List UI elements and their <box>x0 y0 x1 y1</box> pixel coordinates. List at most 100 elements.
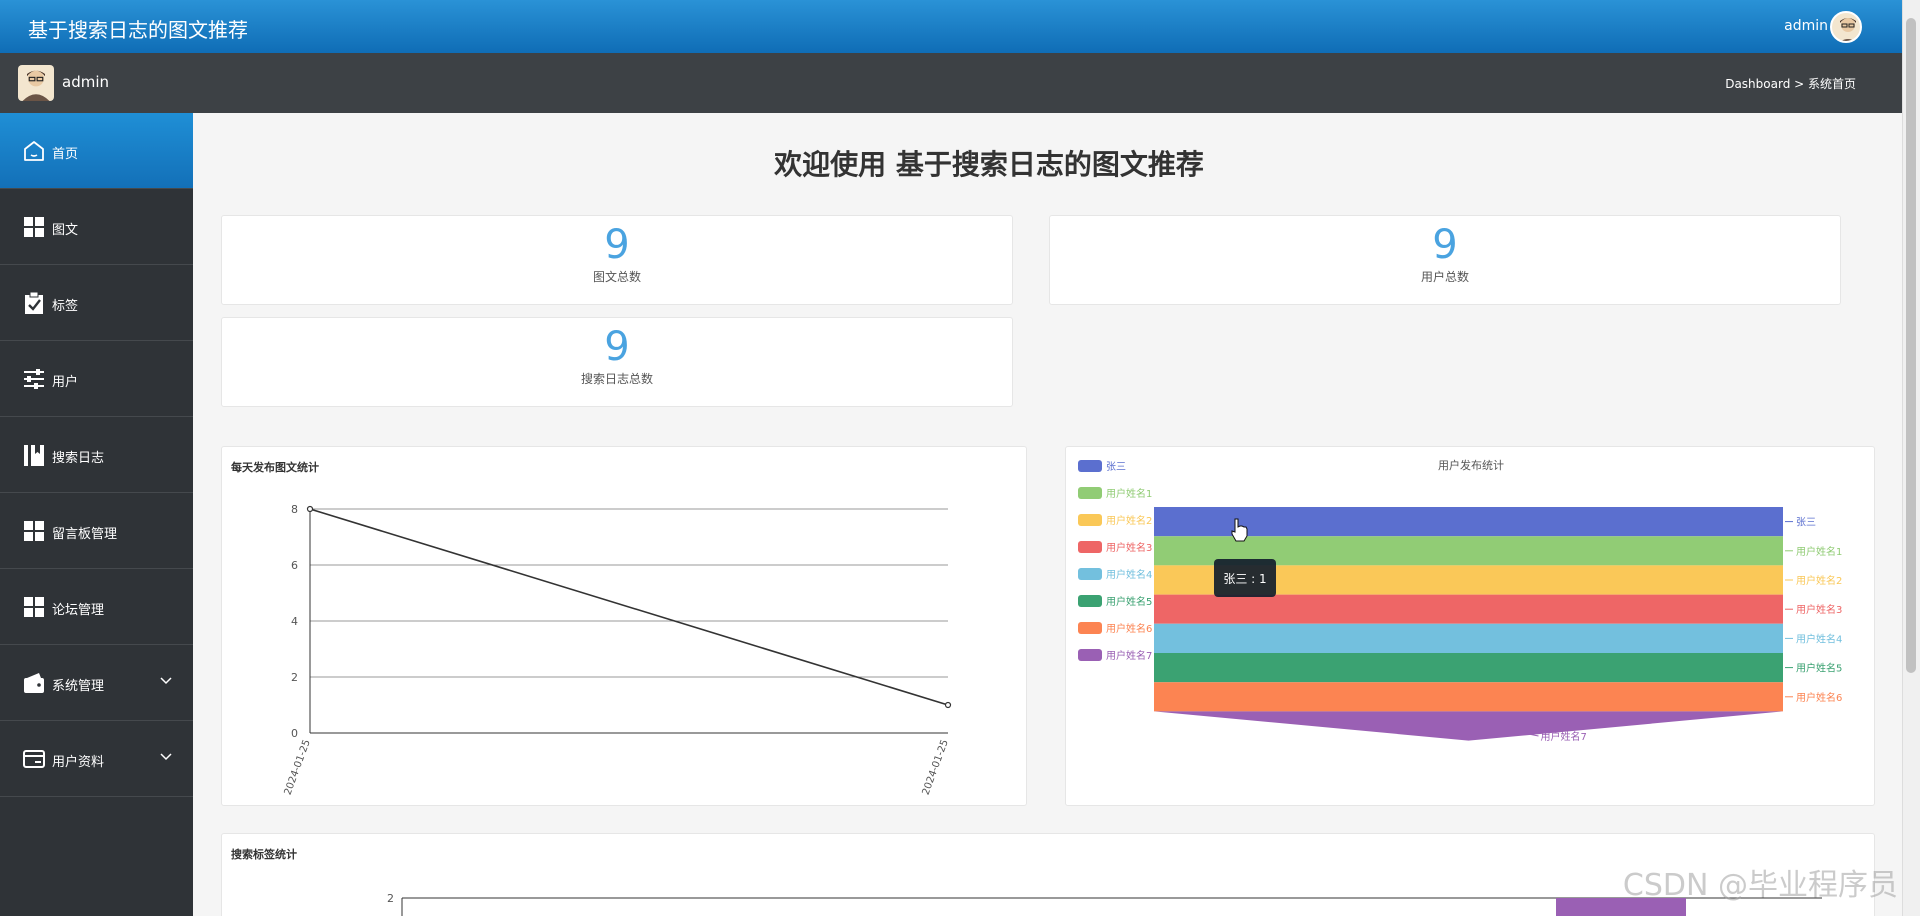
top-avatar[interactable] <box>1830 11 1862 43</box>
clipboard-check-icon <box>25 291 43 314</box>
sidebar-item-home[interactable]: 首页 <box>0 113 193 189</box>
sidebar-avatar[interactable] <box>18 65 54 101</box>
user-publish-chart-card: 用户发布统计 张三 用户姓名1 用户姓名2 用户姓名3 用户姓名4 用户姓名5 用户姓名6 用户… <box>1065 446 1875 806</box>
legend-swatch <box>1078 460 1102 472</box>
sidebar-item-profile[interactable]: 用户资料 <box>0 721 193 797</box>
sidebar-item-tags[interactable]: 标签 <box>0 265 193 341</box>
legend-swatch <box>1078 595 1102 607</box>
stat-label: 搜索日志总数 <box>580 372 653 386</box>
chevron-down-icon <box>160 677 172 685</box>
stat-value: 9 <box>604 324 630 370</box>
daily-articles-chart-card: 每天发布图文统计 0 2 4 6 8 2024-01-25 2024-01-25 <box>221 446 1027 806</box>
chevron-down-icon <box>160 753 172 761</box>
funnel-chart: 用户发布统计张三用户姓名1用户姓名2用户姓名3用户姓名4用户姓名5用户姓名6用户… <box>1078 458 1842 743</box>
y-tick-label: 4 <box>291 615 298 628</box>
sidebar-item-label: 图文 <box>52 223 79 238</box>
legend-swatch <box>1078 514 1102 526</box>
y-tick-label: 8 <box>291 503 298 516</box>
book-icon <box>24 445 44 466</box>
funnel-label: 用户姓名6 <box>1796 691 1842 704</box>
grid-icon <box>24 597 44 617</box>
stat-card-users: 9 用户总数 <box>1049 215 1841 305</box>
chart-title: 用户发布统计 <box>1438 458 1504 472</box>
user-bar: admin Dashboard > 系统首页 <box>0 53 1902 113</box>
legend-label: 用户姓名5 <box>1106 595 1152 608</box>
y-tick-label: 2 <box>387 892 394 905</box>
stat-card-articles: 9 图文总数 <box>221 215 1013 305</box>
top-user-name[interactable]: admin <box>1784 18 1828 34</box>
tooltip: 张三 : 1 <box>1214 559 1276 597</box>
sidebar-item-message-board[interactable]: 留言板管理 <box>0 493 193 569</box>
sidebar-item-label: 搜索日志 <box>52 451 105 466</box>
sliders-icon <box>24 369 44 389</box>
legend-swatch <box>1078 541 1102 553</box>
scrollbar[interactable] <box>1902 0 1920 916</box>
funnel-label: 用户姓名2 <box>1796 574 1842 587</box>
stat-card-search-logs: 9 搜索日志总数 <box>221 317 1013 407</box>
legend-swatch <box>1078 568 1102 580</box>
funnel-label: 用户姓名7 <box>1541 730 1587 743</box>
stat-value: 9 <box>604 222 630 268</box>
legend-swatch <box>1078 487 1102 499</box>
sidebar-item-label: 用户 <box>52 375 79 390</box>
sidebar-item-system[interactable]: 系统管理 <box>0 645 193 721</box>
sidebar-item-label: 首页 <box>52 147 79 162</box>
funnel-segment <box>1154 594 1783 624</box>
grid-icon <box>24 217 44 237</box>
sidebar-item-search-logs[interactable]: 搜索日志 <box>0 417 193 493</box>
sidebar-item-forum[interactable]: 论坛管理 <box>0 569 193 645</box>
scrollbar-thumb[interactable] <box>1906 18 1916 673</box>
funnel-segment <box>1154 507 1783 537</box>
tooltip-text: 张三 : 1 <box>1223 572 1266 586</box>
sidebar-item-label: 留言板管理 <box>52 527 118 542</box>
sidebar-item-label: 论坛管理 <box>52 603 105 618</box>
stat-label: 图文总数 <box>592 270 641 284</box>
sidebar-item-label: 系统管理 <box>52 679 105 694</box>
funnel-segment <box>1154 711 1783 741</box>
y-tick-label: 6 <box>291 559 298 572</box>
legend-label: 用户姓名3 <box>1106 541 1152 554</box>
sidebar-item-articles[interactable]: 图文 <box>0 189 193 265</box>
x-tick-label: 2024-01-25 <box>921 738 951 796</box>
stat-value: 9 <box>1432 222 1458 268</box>
legend-label: 用户姓名1 <box>1106 487 1152 500</box>
funnel-label: 用户姓名3 <box>1796 603 1842 616</box>
data-point <box>944 701 952 709</box>
home-icon <box>24 141 44 161</box>
data-point <box>306 505 314 513</box>
x-tick-label: 2024-01-25 <box>283 738 313 796</box>
legend-label: 用户姓名2 <box>1106 514 1152 527</box>
funnel-label: 用户姓名4 <box>1796 632 1842 645</box>
funnel-segment <box>1154 623 1783 653</box>
legend-swatch <box>1078 622 1102 634</box>
sidebar-item-label: 用户资料 <box>52 755 105 770</box>
chart-title: 搜索标签统计 <box>231 848 297 861</box>
top-header: 基于搜索日志的图文推荐 admin <box>0 0 1902 53</box>
wallet-icon <box>24 673 44 693</box>
user-name: admin <box>62 73 109 91</box>
app-title: 基于搜索日志的图文推荐 <box>28 18 248 42</box>
grid-icon <box>24 521 44 541</box>
main-content: 欢迎使用 基于搜索日志的图文推荐 9 图文总数 9 用户总数 9 搜索日志总数 … <box>193 113 1902 916</box>
sidebar: 首页 图文 标签 用户 搜索日志 留言板管理 论坛管理 系统管理 用户资料 <box>0 113 193 916</box>
line-chart: 0 2 4 6 8 2024-01-25 2024-01-25 <box>283 503 952 797</box>
legend-swatch <box>1078 649 1102 661</box>
card-icon <box>23 750 45 768</box>
funnel-label: 用户姓名1 <box>1796 545 1842 558</box>
chart-title: 每天发布图文统计 <box>231 461 319 474</box>
page-title: 欢迎使用 基于搜索日志的图文推荐 <box>774 148 1204 181</box>
stat-label: 用户总数 <box>1420 270 1469 284</box>
funnel-label: 用户姓名5 <box>1796 662 1842 675</box>
sidebar-item-users[interactable]: 用户 <box>0 341 193 417</box>
breadcrumb[interactable]: Dashboard > 系统首页 <box>1725 75 1856 92</box>
legend-label: 张三 <box>1106 461 1126 473</box>
legend-label: 用户姓名7 <box>1106 649 1152 662</box>
series-line <box>309 508 949 706</box>
sidebar-item-label: 标签 <box>52 299 79 314</box>
funnel-label: 张三 <box>1796 517 1816 529</box>
y-tick-label: 2 <box>291 671 298 684</box>
funnel-segment <box>1154 653 1783 683</box>
watermark: CSDN @毕业程序员 <box>1622 868 1898 903</box>
y-tick-label: 0 <box>291 727 298 740</box>
funnel-segment <box>1154 682 1783 712</box>
